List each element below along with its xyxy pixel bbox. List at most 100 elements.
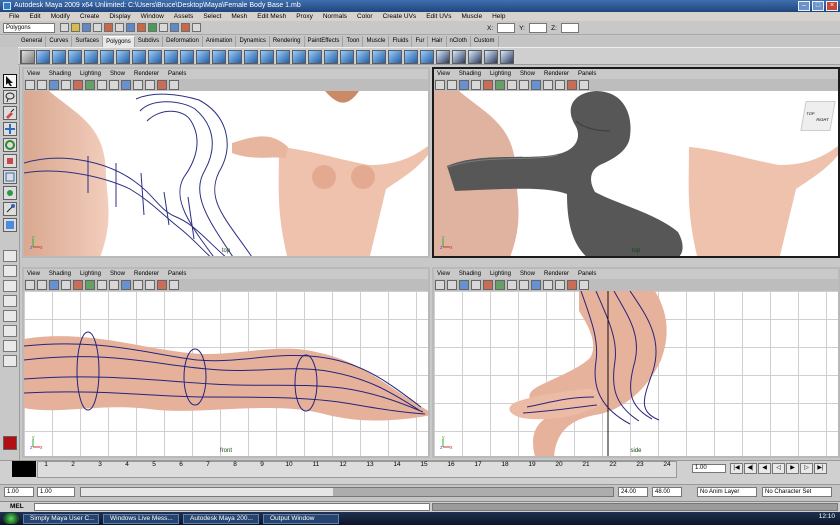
menu-create[interactable]: Create: [75, 12, 105, 21]
poly-pipe-icon[interactable]: [148, 50, 162, 64]
bevel-icon[interactable]: [372, 50, 386, 64]
wireframe-icon[interactable]: [471, 280, 481, 290]
menu-muscle[interactable]: Muscle: [456, 12, 487, 21]
menu-color[interactable]: Color: [352, 12, 378, 21]
textured-icon[interactable]: [495, 280, 505, 290]
view-menu[interactable]: View: [437, 269, 450, 279]
renderer-menu[interactable]: Renderer: [544, 69, 569, 79]
panels-menu[interactable]: Panels: [578, 69, 596, 79]
menu-proxy[interactable]: Proxy: [291, 12, 318, 21]
shelf-tab-fur[interactable]: Fur: [412, 36, 429, 47]
select-hierarchy-icon[interactable]: [93, 23, 102, 32]
perspective-outliner-layout-icon[interactable]: [3, 280, 17, 292]
camera-attributes-icon[interactable]: [447, 80, 457, 90]
shelf-tab-dynamics[interactable]: Dynamics: [236, 36, 270, 47]
taskbar-output-window[interactable]: Output Window: [263, 513, 339, 524]
shading-menu[interactable]: Shading: [459, 269, 481, 279]
menu-file[interactable]: File: [4, 12, 24, 21]
perspective-graph-layout-icon[interactable]: [3, 295, 17, 307]
show-menu[interactable]: Show: [520, 269, 535, 279]
taskbar-maya[interactable]: Autodesk Maya 200...: [183, 513, 259, 524]
render-settings-icon[interactable]: [192, 23, 201, 32]
menu-assets[interactable]: Assets: [169, 12, 199, 21]
film-gate-icon[interactable]: [169, 80, 179, 90]
field-chart-icon[interactable]: [145, 80, 155, 90]
menu-edit-uvs[interactable]: Edit UVs: [421, 12, 456, 21]
cylindrical-mapping-icon[interactable]: [468, 50, 482, 64]
poly-torus-icon[interactable]: [100, 50, 114, 64]
resolution-gate-icon[interactable]: [133, 280, 143, 290]
current-time-field[interactable]: 1.00: [692, 464, 726, 473]
split-polygon-icon[interactable]: [292, 50, 306, 64]
z-input[interactable]: [561, 23, 579, 33]
shelf-tab-muscle[interactable]: Muscle: [363, 36, 390, 47]
resolution-gate-icon[interactable]: [543, 280, 553, 290]
menu-normals[interactable]: Normals: [318, 12, 352, 21]
uv-editor-icon[interactable]: [436, 50, 450, 64]
menu-select[interactable]: Select: [198, 12, 226, 21]
go-to-end-button[interactable]: ▶|: [814, 463, 827, 474]
renderer-menu[interactable]: Renderer: [134, 69, 159, 79]
xray-icon[interactable]: [109, 80, 119, 90]
start-time-field[interactable]: 1.00: [4, 487, 34, 497]
rotate-tool-icon[interactable]: [3, 138, 17, 152]
safe-action-icon[interactable]: [157, 80, 167, 90]
top-viewport[interactable]: View Shading Lighting Show Renderer Pane…: [22, 67, 430, 258]
show-menu[interactable]: Show: [110, 269, 125, 279]
x-input[interactable]: [497, 23, 515, 33]
snap-curve-icon[interactable]: [137, 23, 146, 32]
custom-layout-icon[interactable]: [3, 355, 17, 367]
range-end-field[interactable]: 24.00: [618, 487, 648, 497]
textured-icon[interactable]: [85, 280, 95, 290]
play-forward-button[interactable]: ▶: [786, 463, 799, 474]
shelf-tab-toon[interactable]: Toon: [343, 36, 364, 47]
camera-icon[interactable]: [435, 80, 445, 90]
poly-cube-icon[interactable]: [36, 50, 50, 64]
step-back-frame-button[interactable]: ◀: [758, 463, 771, 474]
view-menu[interactable]: View: [27, 269, 40, 279]
minimize-button[interactable]: –: [798, 1, 810, 11]
shading-menu[interactable]: Shading: [459, 69, 481, 79]
menu-window[interactable]: Window: [136, 12, 169, 21]
shelf-tab-rendering[interactable]: Rendering: [270, 36, 305, 47]
lights-icon[interactable]: [97, 280, 107, 290]
smooth-shade-icon[interactable]: [73, 80, 83, 90]
field-chart-icon[interactable]: [555, 80, 565, 90]
soft-modification-icon[interactable]: [3, 186, 17, 200]
resolution-gate-icon[interactable]: [543, 80, 553, 90]
append-polygon-icon[interactable]: [21, 50, 35, 64]
field-chart-icon[interactable]: [145, 280, 155, 290]
camera-icon[interactable]: [25, 280, 35, 290]
spherical-mapping-icon[interactable]: [484, 50, 498, 64]
single-perspective-layout-icon[interactable]: [3, 250, 17, 262]
menu-help[interactable]: Help: [487, 12, 510, 21]
view-cube[interactable]: TOP RIGHT: [800, 101, 836, 131]
film-gate-icon[interactable]: [579, 80, 589, 90]
poly-cone-icon[interactable]: [68, 50, 82, 64]
open-scene-icon[interactable]: [71, 23, 80, 32]
menu-display[interactable]: Display: [104, 12, 135, 21]
poke-face-icon[interactable]: [388, 50, 402, 64]
shelf-tab-painteffects[interactable]: PaintEffects: [305, 36, 344, 47]
panels-menu[interactable]: Panels: [168, 269, 186, 279]
shelf-tab-ncloth[interactable]: nCloth: [447, 36, 471, 47]
boolean-union-icon[interactable]: [196, 50, 210, 64]
side-viewport[interactable]: View Shading Lighting Show Renderer Pane…: [432, 267, 840, 458]
select-tool-icon[interactable]: [3, 74, 17, 88]
camera-icon[interactable]: [435, 280, 445, 290]
wireframe-icon[interactable]: [61, 80, 71, 90]
film-gate-icon[interactable]: [169, 280, 179, 290]
ipr-render-icon[interactable]: [181, 23, 190, 32]
textured-icon[interactable]: [495, 80, 505, 90]
field-chart-icon[interactable]: [555, 280, 565, 290]
poly-prism-icon[interactable]: [116, 50, 130, 64]
last-tool-used-icon[interactable]: [3, 218, 17, 232]
resolution-gate-icon[interactable]: [133, 80, 143, 90]
boolean-difference-icon[interactable]: [212, 50, 226, 64]
shading-menu[interactable]: Shading: [49, 269, 71, 279]
film-gate-icon[interactable]: [579, 280, 589, 290]
lasso-tool-icon[interactable]: [3, 90, 17, 104]
wedge-face-icon[interactable]: [404, 50, 418, 64]
menu-modify[interactable]: Modify: [46, 12, 75, 21]
xray-icon[interactable]: [519, 280, 529, 290]
